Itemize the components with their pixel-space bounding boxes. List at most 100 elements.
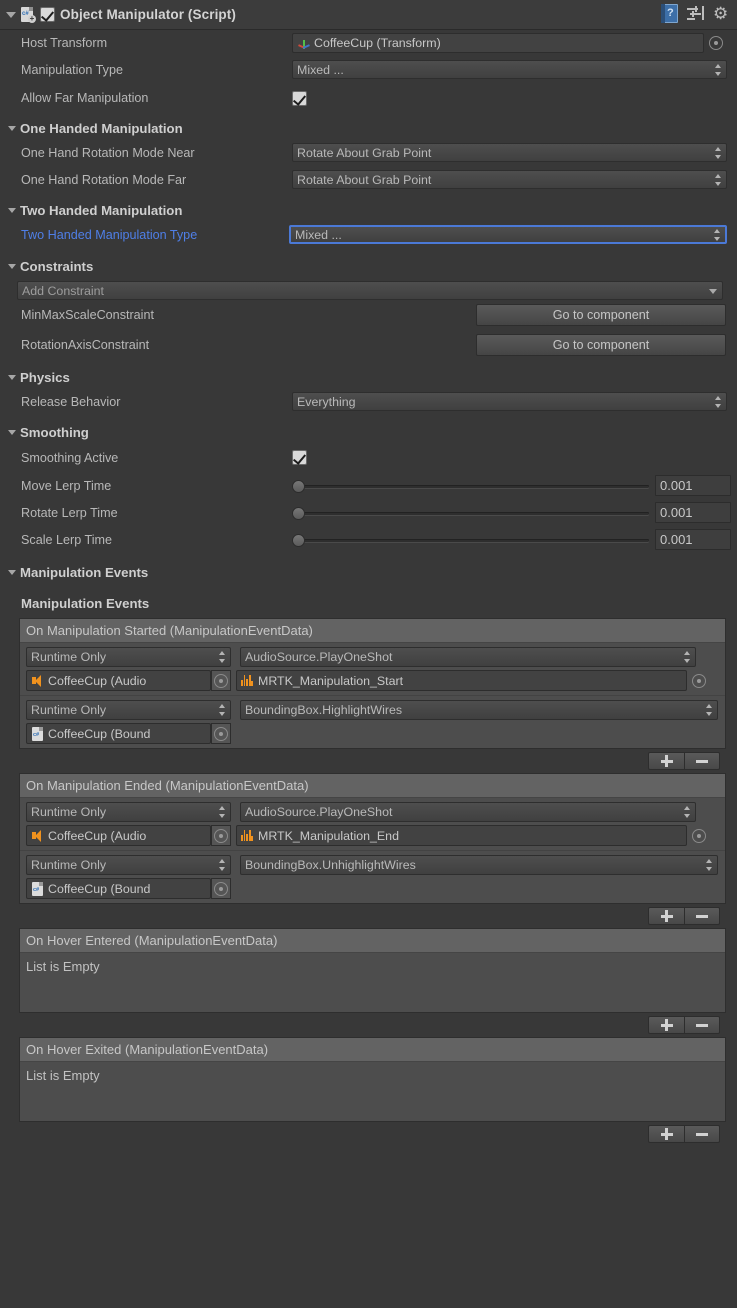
one-hand-rotation-far-label: One Hand Rotation Mode Far (21, 173, 292, 187)
event-target-value: CoffeeCup (Audio (48, 674, 146, 688)
row-smoothing-active: Smoothing Active (0, 443, 737, 472)
scale-lerp-time-label: Scale Lerp Time (21, 533, 292, 547)
manipulation-type-dropdown[interactable]: Mixed ... (292, 60, 727, 79)
two-handed-title: Two Handed Manipulation (20, 203, 182, 218)
goto-component-button-rotationaxis[interactable]: Go to component (476, 334, 726, 356)
event-list-addremove-bar (19, 1122, 726, 1146)
audio-clip-icon (241, 674, 255, 688)
event-list-on-manipulation-started: On Manipulation Started (ManipulationEve… (19, 618, 726, 773)
add-event-button[interactable] (648, 907, 684, 925)
slider-knob[interactable] (292, 507, 305, 520)
event-target-value: CoffeeCup (Bound (48, 882, 150, 896)
remove-event-button[interactable] (684, 1016, 720, 1034)
event-target-object-field[interactable]: CoffeeCup (Audio (26, 825, 211, 846)
rotate-lerp-time-slider[interactable] (292, 504, 649, 522)
host-transform-label: Host Transform (21, 36, 292, 50)
row-host-transform: Host Transform CoffeeCup (Transform) (0, 30, 737, 56)
physics-foldout-triangle[interactable] (8, 375, 16, 380)
manipulation-events-group-title-wrap: Manipulation Events (0, 583, 737, 611)
component-enabled-checkbox[interactable] (40, 7, 55, 22)
manipulation-events-foldout-triangle[interactable] (8, 570, 16, 575)
smoothing-active-checkbox[interactable] (292, 450, 307, 465)
rotate-lerp-time-label: Rotate Lerp Time (21, 506, 292, 520)
event-target-object-field[interactable]: c# CoffeeCup (Bound (26, 878, 211, 899)
scale-lerp-time-slider[interactable] (292, 531, 649, 549)
section-smoothing[interactable]: Smoothing (0, 421, 737, 443)
rotate-lerp-time-value[interactable]: 0.001 (655, 502, 731, 523)
manipulation-events-group-title: Manipulation Events (21, 596, 149, 611)
release-behavior-dropdown[interactable]: Everything (292, 392, 727, 411)
scale-lerp-time-value[interactable]: 0.001 (655, 529, 731, 550)
goto-component-button-minmaxscale[interactable]: Go to component (476, 304, 726, 326)
two-handed-type-dropdown[interactable]: Mixed ... (289, 225, 727, 244)
host-transform-object-picker[interactable] (709, 36, 723, 50)
add-event-button[interactable] (648, 752, 684, 770)
move-lerp-time-value[interactable]: 0.001 (655, 475, 731, 496)
event-list-header: On Manipulation Started (ManipulationEve… (20, 619, 725, 643)
chevron-updown-icon (219, 806, 226, 818)
constraint-minmaxscale-label: MinMaxScaleConstraint (21, 308, 476, 322)
gear-icon[interactable]: ⚙ (713, 5, 731, 23)
event-target-object-field[interactable]: c# CoffeeCup (Bound (26, 723, 211, 744)
event-mode-dropdown[interactable]: Runtime Only (26, 802, 231, 822)
remove-event-button[interactable] (684, 1125, 720, 1143)
event-target-value: CoffeeCup (Audio (48, 829, 146, 843)
section-one-handed-manipulation[interactable]: One Handed Manipulation (0, 117, 737, 139)
event-method-dropdown[interactable]: AudioSource.PlayOneShot (240, 802, 696, 822)
event-argument-object-picker[interactable] (692, 829, 706, 843)
manipulation-type-label: Manipulation Type (21, 63, 292, 77)
event-target-object-field[interactable]: CoffeeCup (Audio (26, 670, 211, 691)
event-target-object-picker[interactable] (211, 825, 231, 846)
help-icon[interactable]: ? (661, 4, 678, 23)
allow-far-label: Allow Far Manipulation (21, 91, 292, 105)
section-physics[interactable]: Physics (0, 366, 737, 388)
smoothing-foldout-triangle[interactable] (8, 430, 16, 435)
section-manipulation-events[interactable]: Manipulation Events (0, 561, 737, 583)
slider-knob[interactable] (292, 534, 305, 547)
event-mode-dropdown[interactable]: Runtime Only (26, 855, 231, 875)
event-argument-value: MRTK_Manipulation_Start (258, 674, 403, 688)
event-argument-object-field[interactable]: MRTK_Manipulation_Start (236, 670, 687, 691)
event-method-dropdown[interactable]: BoundingBox.UnhighlightWires (240, 855, 718, 875)
event-entry: Runtime Only BoundingBox.UnhighlightWire… (20, 851, 725, 903)
host-transform-field[interactable]: CoffeeCup (Transform) (292, 33, 704, 53)
cs-script-icon: c# (31, 727, 45, 741)
section-two-handed-manipulation[interactable]: Two Handed Manipulation (0, 199, 737, 221)
remove-event-button[interactable] (684, 907, 720, 925)
component-header[interactable]: c#+ Object Manipulator (Script) ? ⚙ (0, 0, 737, 30)
allow-far-checkbox[interactable] (292, 91, 307, 106)
chevron-updown-icon (715, 396, 722, 408)
one-handed-foldout-triangle[interactable] (8, 126, 16, 131)
one-hand-rotation-near-dropdown[interactable]: Rotate About Grab Point (292, 143, 727, 162)
preset-icon[interactable] (687, 5, 704, 22)
add-event-button[interactable] (648, 1016, 684, 1034)
section-constraints[interactable]: Constraints (0, 255, 737, 277)
event-argument-object-picker[interactable] (692, 674, 706, 688)
event-list-on-manipulation-ended: On Manipulation Ended (ManipulationEvent… (19, 773, 726, 928)
move-lerp-time-slider[interactable] (292, 477, 649, 495)
constraints-foldout-triangle[interactable] (8, 264, 16, 269)
one-handed-title: One Handed Manipulation (20, 121, 183, 136)
component-foldout-triangle[interactable] (6, 12, 16, 18)
move-lerp-time-label: Move Lerp Time (21, 479, 292, 493)
host-transform-value: CoffeeCup (Transform) (314, 36, 441, 50)
event-mode-dropdown[interactable]: Runtime Only (26, 647, 231, 667)
row-move-lerp-time: Move Lerp Time 0.001 (0, 472, 737, 499)
remove-event-button[interactable] (684, 752, 720, 770)
two-handed-foldout-triangle[interactable] (8, 208, 16, 213)
event-argument-object-field[interactable]: MRTK_Manipulation_End (236, 825, 687, 846)
event-target-object-picker[interactable] (211, 670, 231, 691)
row-two-handed-type: Two Handed Manipulation Type Mixed ... (0, 221, 737, 248)
event-method-dropdown[interactable]: BoundingBox.HighlightWires (240, 700, 718, 720)
add-constraint-dropdown[interactable]: Add Constraint (17, 281, 723, 300)
event-method-dropdown[interactable]: AudioSource.PlayOneShot (240, 647, 696, 667)
event-mode-dropdown[interactable]: Runtime Only (26, 700, 231, 720)
slider-knob[interactable] (292, 480, 305, 493)
event-target-object-picker[interactable] (211, 723, 231, 744)
add-event-button[interactable] (648, 1125, 684, 1143)
chevron-updown-icon (706, 859, 713, 871)
event-list-empty-text: List is Empty (20, 953, 725, 974)
event-target-object-picker[interactable] (211, 878, 231, 899)
one-hand-rotation-far-dropdown[interactable]: Rotate About Grab Point (292, 170, 727, 189)
event-list-empty-text: List is Empty (20, 1062, 725, 1083)
